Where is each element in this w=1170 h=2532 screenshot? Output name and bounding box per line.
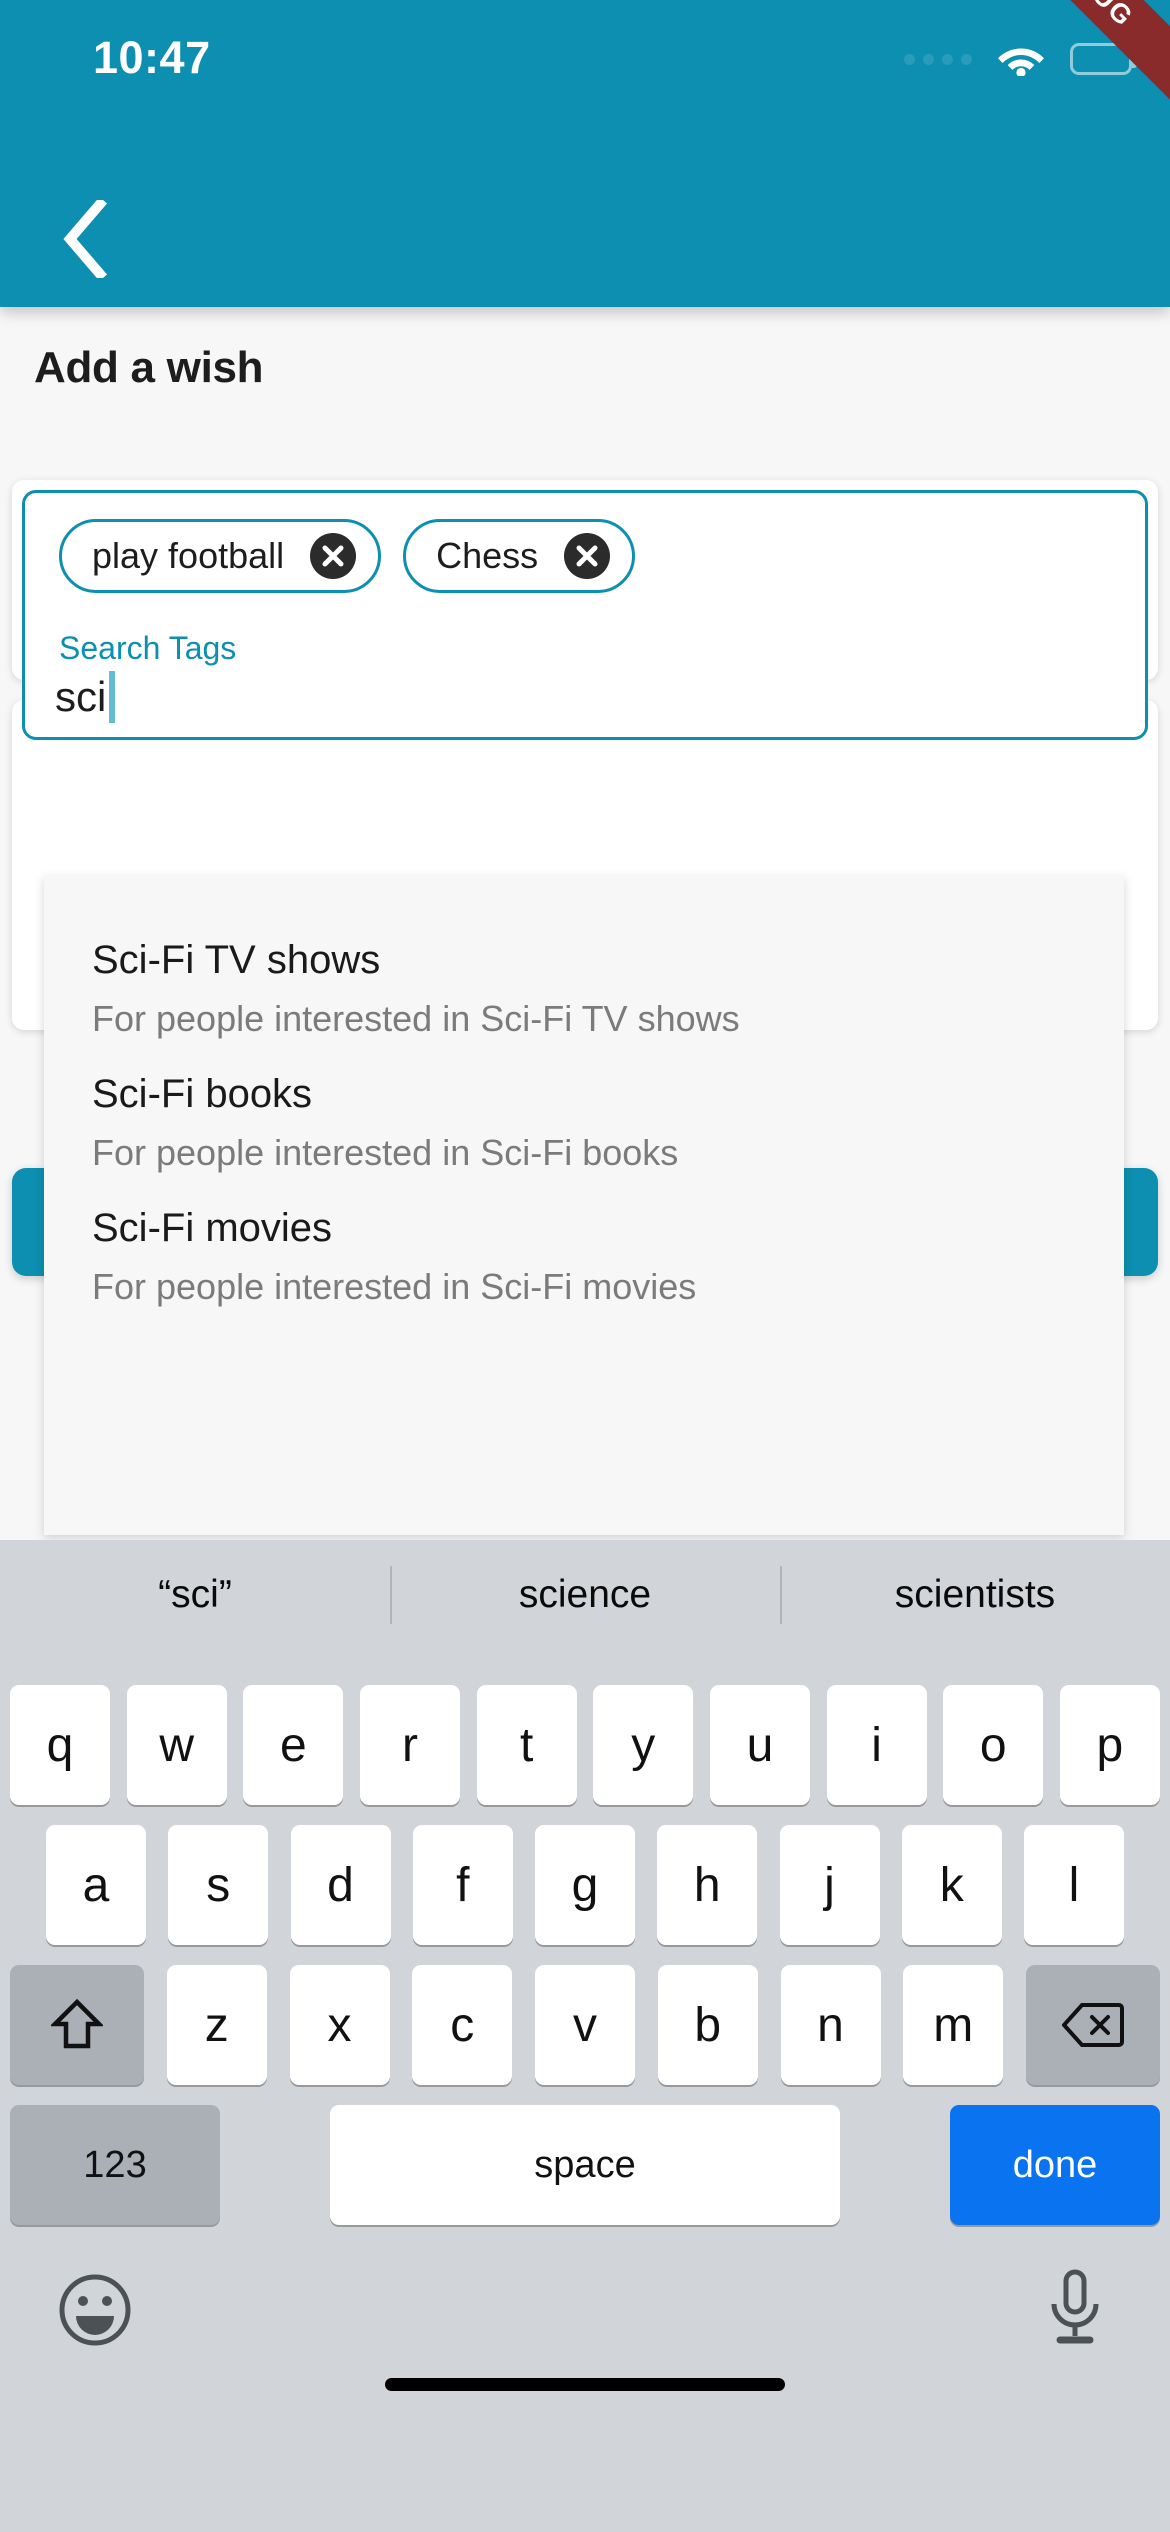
microphone-key[interactable] bbox=[1030, 2265, 1120, 2355]
key-n[interactable]: n bbox=[780, 1965, 881, 2085]
key-b[interactable]: b bbox=[657, 1965, 758, 2085]
key-s[interactable]: s bbox=[168, 1825, 269, 1945]
predictive-text-bar: “sci” science scientists bbox=[0, 1540, 1170, 1650]
key-a[interactable]: a bbox=[46, 1825, 146, 1945]
key-p[interactable]: p bbox=[1059, 1685, 1160, 1805]
numbers-key[interactable]: 123 bbox=[10, 2105, 220, 2225]
selected-tag-chips: play football Chess bbox=[59, 519, 636, 593]
app-bar: 10:47 bbox=[0, 0, 1170, 307]
tag-search-field[interactable]: play football Chess Search Tags sci bbox=[22, 490, 1148, 740]
tag-chip[interactable]: play football bbox=[59, 519, 382, 593]
keyboard-row-1: q w e r t y u i o p bbox=[0, 1685, 1170, 1805]
wifi-icon bbox=[998, 42, 1044, 76]
key-r[interactable]: r bbox=[359, 1685, 460, 1805]
prediction-option[interactable]: science bbox=[390, 1540, 780, 1650]
chevron-left-icon bbox=[63, 200, 108, 278]
key-o[interactable]: o bbox=[943, 1685, 1044, 1805]
back-button[interactable] bbox=[42, 196, 128, 282]
emoji-key[interactable] bbox=[50, 2265, 140, 2355]
shift-key[interactable] bbox=[10, 1965, 144, 2085]
key-q[interactable]: q bbox=[10, 1685, 110, 1805]
key-u[interactable]: u bbox=[709, 1685, 810, 1805]
status-bar-clock: 10:47 bbox=[93, 32, 211, 83]
key-j[interactable]: j bbox=[779, 1825, 880, 1945]
shift-arrow-icon bbox=[51, 1998, 103, 2049]
key-f[interactable]: f bbox=[412, 1825, 513, 1945]
search-input-value: sci bbox=[55, 673, 107, 720]
key-d[interactable]: d bbox=[290, 1825, 391, 1945]
key-i[interactable]: i bbox=[826, 1685, 927, 1805]
key-h[interactable]: h bbox=[657, 1825, 758, 1945]
keyboard-row-2: a s d f g h j k l bbox=[0, 1825, 1170, 1945]
status-bar: 10:47 bbox=[0, 0, 1170, 115]
key-z[interactable]: z bbox=[166, 1965, 267, 2085]
emoji-smiley-icon bbox=[59, 2274, 131, 2346]
onscreen-keyboard: “sci” science scientists q w e r t y u i… bbox=[0, 1540, 1170, 2532]
backspace-key[interactable] bbox=[1026, 1965, 1160, 2085]
suggestion-subtitle: For people interested in Sci-Fi movies bbox=[92, 1266, 697, 1307]
signal-dots-icon bbox=[904, 53, 972, 65]
keyboard-bottom-bar bbox=[0, 2245, 1170, 2415]
keyboard-row-3: z x c v b n m bbox=[0, 1965, 1170, 2085]
close-circle-icon[interactable] bbox=[310, 533, 357, 579]
prediction-option[interactable]: “sci” bbox=[0, 1540, 390, 1650]
app-screen: 10:47 Add a wish play football Chess Sea… bbox=[0, 0, 1170, 2532]
done-key[interactable]: done bbox=[950, 2105, 1160, 2225]
home-indicator bbox=[385, 2378, 785, 2391]
prediction-option[interactable]: scientists bbox=[780, 1540, 1170, 1650]
backspace-icon bbox=[1062, 2003, 1124, 2047]
keyboard-row-4: 123 space done bbox=[0, 2105, 1170, 2225]
suggestion-title: Sci-Fi movies bbox=[92, 1206, 333, 1250]
microphone-icon bbox=[1051, 2269, 1099, 2344]
key-e[interactable]: e bbox=[243, 1685, 344, 1805]
key-c[interactable]: c bbox=[412, 1965, 513, 2085]
space-key[interactable]: space bbox=[330, 2105, 840, 2225]
key-l[interactable]: l bbox=[1024, 1825, 1124, 1945]
text-caret bbox=[109, 671, 116, 723]
tag-chip-label: play football bbox=[92, 535, 285, 576]
status-bar-icons bbox=[904, 34, 1137, 84]
key-v[interactable]: v bbox=[535, 1965, 635, 2085]
key-k[interactable]: k bbox=[901, 1825, 1002, 1945]
key-w[interactable]: w bbox=[126, 1685, 227, 1805]
tag-suggestions-dropdown[interactable]: Sci-Fi TV shows For people interested in… bbox=[44, 876, 1124, 1535]
suggestion-item[interactable]: Sci-Fi books For people interested in Sc… bbox=[44, 1050, 1124, 1184]
key-y[interactable]: y bbox=[593, 1685, 694, 1805]
suggestion-item[interactable]: Sci-Fi TV shows For people interested in… bbox=[44, 916, 1124, 1050]
key-m[interactable]: m bbox=[903, 1965, 1004, 2085]
suggestion-item[interactable]: Sci-Fi movies For people interested in S… bbox=[44, 1184, 1124, 1318]
page-title: Add a wish bbox=[34, 343, 264, 392]
search-tags-label: Search Tags bbox=[59, 630, 237, 666]
suggestion-title: Sci-Fi books bbox=[92, 1072, 313, 1116]
close-circle-icon[interactable] bbox=[564, 533, 611, 579]
key-x[interactable]: x bbox=[289, 1965, 390, 2085]
search-input[interactable]: sci bbox=[55, 671, 116, 723]
suggestion-subtitle: For people interested in Sci-Fi TV shows bbox=[92, 998, 740, 1039]
suggestion-title: Sci-Fi TV shows bbox=[92, 938, 381, 982]
key-g[interactable]: g bbox=[535, 1825, 635, 1945]
tag-chip-label: Chess bbox=[436, 535, 539, 576]
suggestion-subtitle: For people interested in Sci-Fi books bbox=[92, 1132, 679, 1173]
key-t[interactable]: t bbox=[476, 1685, 577, 1805]
tag-chip[interactable]: Chess bbox=[403, 519, 636, 593]
